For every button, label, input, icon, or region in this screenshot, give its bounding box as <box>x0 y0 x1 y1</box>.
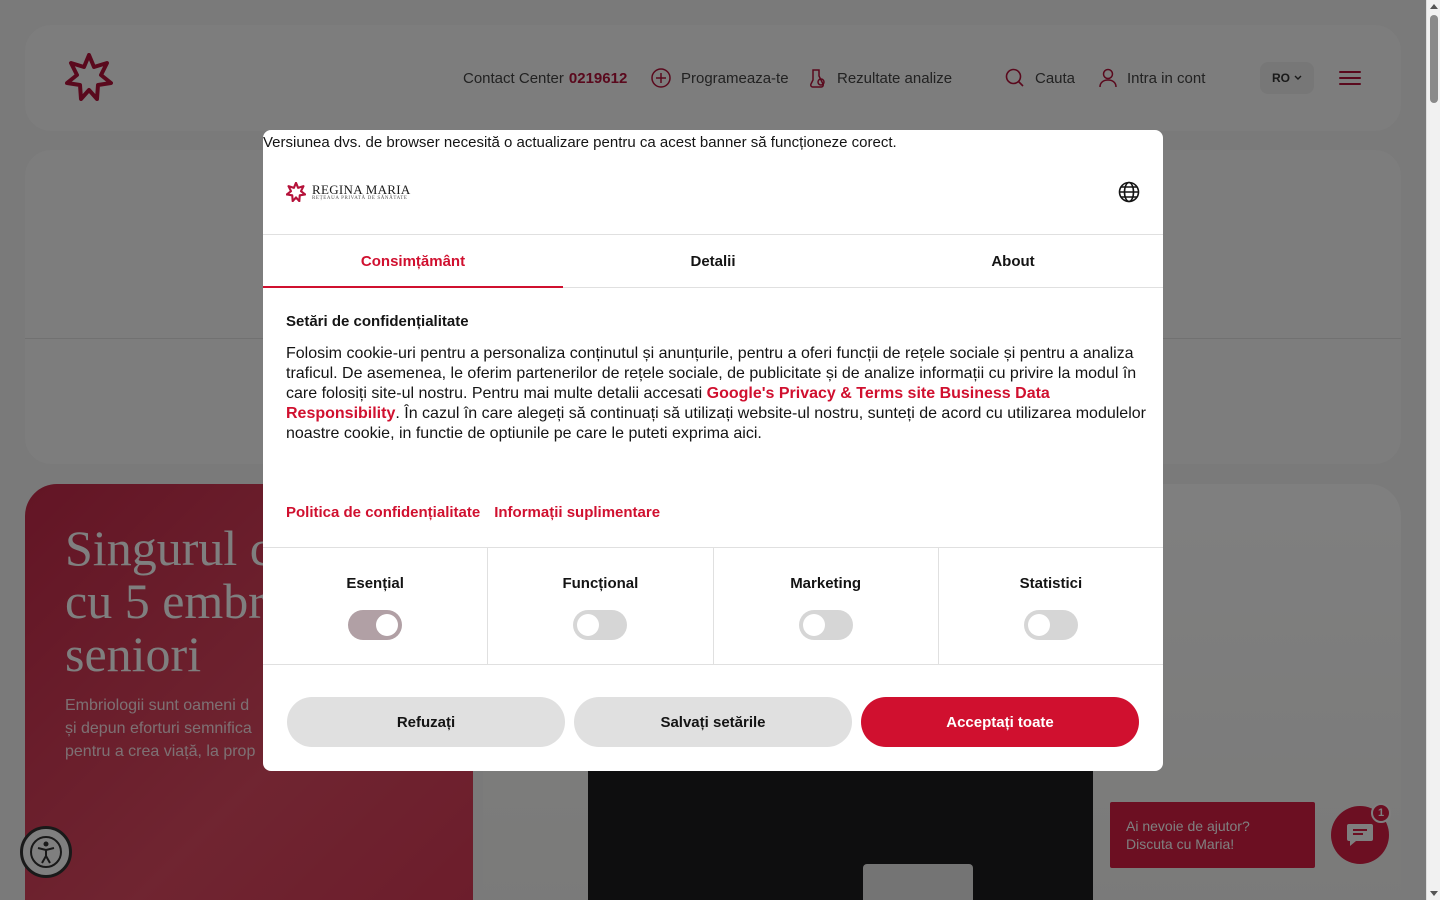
globe-icon[interactable] <box>1118 181 1140 203</box>
tab-consent[interactable]: Consimțământ <box>263 235 563 288</box>
category-label: Esențial <box>346 575 404 592</box>
category-statistics: Statistici <box>939 548 1163 664</box>
privacy-policy-link[interactable]: Politica de confidențialitate <box>286 504 480 521</box>
accept-all-button[interactable]: Acceptați toate <box>861 697 1139 747</box>
scrollbar-thumb[interactable] <box>1430 15 1438 103</box>
tab-details[interactable]: Detalii <box>563 235 863 287</box>
category-label: Statistici <box>1019 575 1083 592</box>
more-info-link[interactable]: Informații suplimentare <box>494 504 660 521</box>
brand-name: REGINA MARIA <box>312 182 411 197</box>
category-essential: Esențial <box>263 548 489 664</box>
scroll-down-arrow-icon[interactable] <box>1430 891 1438 896</box>
tab-about[interactable]: About <box>863 235 1163 287</box>
category-label: Funcțional <box>562 575 639 592</box>
regina-maria-logo-icon <box>286 182 306 202</box>
refuse-button[interactable]: Refuzați <box>287 697 565 747</box>
category-label: Marketing <box>790 575 862 592</box>
statistics-toggle[interactable] <box>1023 610 1078 640</box>
section-title: Setări de confidențialitate <box>286 313 469 330</box>
scroll-up-arrow-icon[interactable] <box>1430 4 1438 9</box>
consent-description: Folosim cookie-uri pentru a personaliza … <box>286 344 1146 444</box>
description-part-2: . În cazul în care alegeți să continuați… <box>286 405 1146 442</box>
brand-logo: REGINA MARIA REȚEAUA PRIVATĂ DE SĂNĂTATE <box>286 182 411 202</box>
browser-warning: Versiunea dvs. de browser necesită o act… <box>263 134 897 151</box>
functional-toggle[interactable] <box>573 610 628 640</box>
brand-subtitle: REȚEAUA PRIVATĂ DE SĂNĂTATE <box>312 196 408 201</box>
consent-buttons: Refuzați Salvați setările Acceptați toat… <box>287 697 1139 747</box>
policy-links: Politica de confidențialitate Informații… <box>286 504 660 521</box>
marketing-toggle[interactable] <box>798 610 853 640</box>
essential-toggle[interactable] <box>348 610 403 640</box>
category-marketing: Marketing <box>714 548 939 664</box>
cookie-consent-dialog: Versiunea dvs. de browser necesită o act… <box>263 130 1163 771</box>
cookie-categories: Esențial Funcțional Marketing Statistici <box>263 547 1163 665</box>
consent-tabs: Consimțământ Detalii About <box>263 234 1163 288</box>
save-settings-button[interactable]: Salvați setările <box>574 697 852 747</box>
category-functional: Funcțional <box>488 548 714 664</box>
page-scrollbar[interactable] <box>1426 0 1440 900</box>
